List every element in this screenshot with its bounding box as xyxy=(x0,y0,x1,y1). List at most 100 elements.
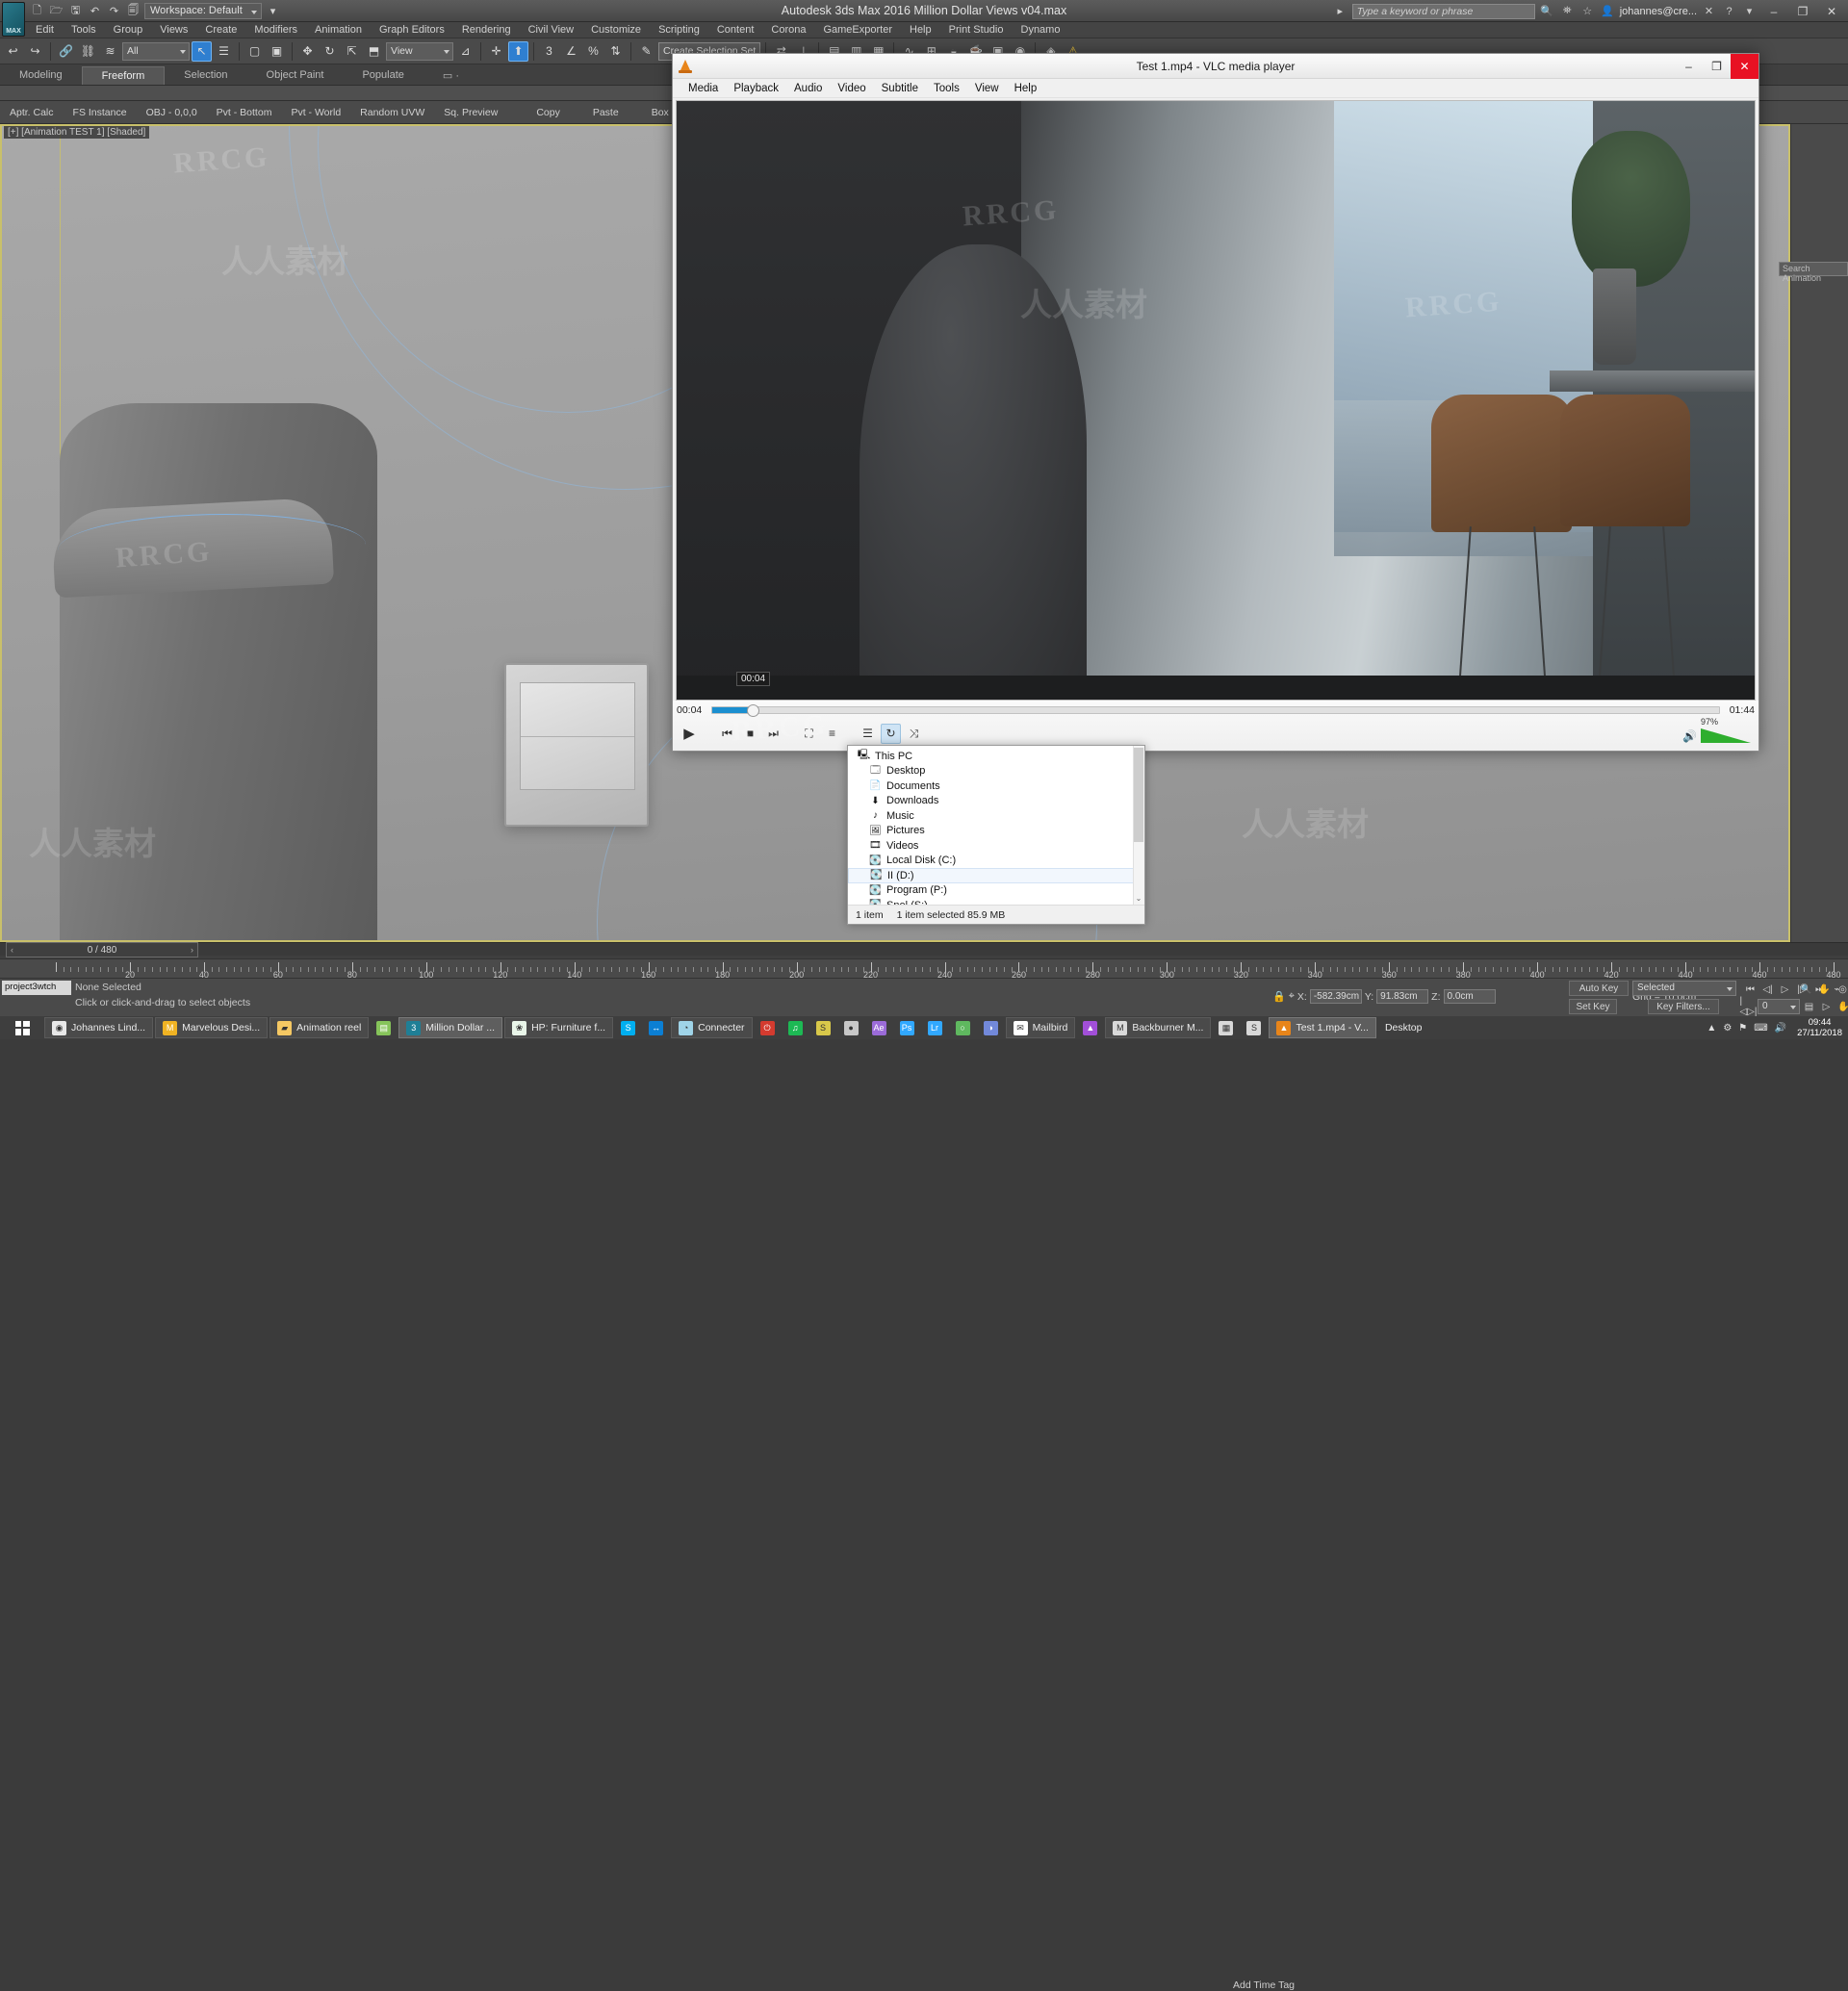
keyboard-shortcut-override-button[interactable]: ⬆ xyxy=(508,41,528,62)
max-menu-item[interactable]: Rendering xyxy=(453,24,520,36)
vlc-extended-settings-button[interactable]: ≡ xyxy=(822,724,842,744)
x-coordinate-input[interactable]: -582.39cm xyxy=(1310,989,1362,1004)
previous-frame-icon[interactable]: ◁| xyxy=(1759,982,1776,997)
redo-button[interactable]: ↪ xyxy=(25,41,45,62)
taskbar-item[interactable]: MBackburner M... xyxy=(1105,1017,1211,1038)
vlc-previous-button[interactable]: ⏮ xyxy=(717,724,737,744)
open-file-icon[interactable]: 🗁 xyxy=(48,3,64,19)
absolute-relative-toggle-icon[interactable]: ⌖ xyxy=(1289,990,1295,1003)
taskbar-item[interactable]: Desktop xyxy=(1378,1017,1429,1038)
vlc-maximize-button[interactable]: ❐ xyxy=(1703,54,1731,79)
taskbar-item[interactable]: ◔Connecter xyxy=(671,1017,752,1038)
max-menu-item[interactable]: Customize xyxy=(582,24,650,36)
vlc-loop-button[interactable]: ↻ xyxy=(881,724,901,744)
vlc-menu-video[interactable]: Video xyxy=(830,83,873,94)
angle-snap-toggle-button[interactable]: ∠ xyxy=(561,41,581,62)
search-icon[interactable]: 🔍 xyxy=(1539,3,1555,19)
current-frame-field-icon[interactable]: |◁▷| xyxy=(1740,999,1757,1014)
orbit-icon[interactable]: ◎ xyxy=(1835,982,1848,997)
reference-coordinate-combo[interactable]: View xyxy=(386,42,453,61)
bind-to-space-warp-button[interactable]: ≋ xyxy=(100,41,120,62)
frame-spinner-input[interactable]: 0 xyxy=(1758,999,1800,1014)
help-icon[interactable]: ? xyxy=(1721,3,1737,19)
unlink-selection-button[interactable]: ⛓ xyxy=(78,41,98,62)
frame-prev-icon[interactable]: ‹ xyxy=(11,945,13,955)
select-and-link-button[interactable]: 🔗 xyxy=(56,41,76,62)
account-name-label[interactable]: johannes@cre... xyxy=(1620,6,1697,17)
workspace-selector[interactable]: Workspace: Default xyxy=(144,3,262,19)
vlc-title-bar[interactable]: Test 1.mp4 - VLC media player – ❐ ✕ xyxy=(673,54,1758,79)
file-explorer-window[interactable]: ⌄ 🖳This PC🗔Desktop📄Documents⬇Downloads♪M… xyxy=(847,745,1145,925)
set-project-icon[interactable]: 🗐 xyxy=(125,3,141,19)
taskbar-item[interactable]: ▤ xyxy=(371,1017,397,1038)
set-key-button[interactable]: Set Key xyxy=(1569,999,1617,1014)
network-icon[interactable]: ⚙ xyxy=(1723,1023,1732,1034)
explorer-tree-item[interactable]: 💽Program (P:) xyxy=(848,883,1144,899)
explorer-tree-item[interactable]: ⬇Downloads xyxy=(848,794,1144,809)
taskbar-item[interactable]: ◑ xyxy=(978,1017,1004,1038)
account-avatar-icon[interactable]: 👤 xyxy=(1600,3,1616,19)
explorer-tree-item[interactable]: 💽Snel (S:) xyxy=(848,898,1144,905)
taskbar-item[interactable]: ▲ xyxy=(1077,1017,1103,1038)
key-filters-button[interactable]: Key Filters... xyxy=(1648,999,1719,1014)
save-file-icon[interactable]: 🖫 xyxy=(67,3,84,19)
time-configuration-icon[interactable]: ▤ xyxy=(1801,999,1817,1014)
explorer-tree-item[interactable]: ♪Music xyxy=(848,808,1144,824)
ribbon-tab-selection[interactable]: Selection xyxy=(165,66,246,85)
vlc-next-button[interactable]: ⏭ xyxy=(763,724,783,744)
vlc-minimize-button[interactable]: – xyxy=(1675,54,1703,79)
vlc-menu-view[interactable]: View xyxy=(967,83,1007,94)
vlc-video-surface[interactable]: 00:04 xyxy=(676,100,1756,701)
taskbar-item[interactable]: ▲Test 1.mp4 - V... xyxy=(1269,1017,1375,1038)
max-menu-item[interactable]: Edit xyxy=(27,24,63,36)
ribbon-tab-modeling[interactable]: Modeling xyxy=(0,66,82,85)
pan-icon[interactable]: ✋ xyxy=(1816,982,1833,997)
max-menu-item[interactable]: Group xyxy=(105,24,152,36)
explorer-tree-item[interactable]: 🎞Videos xyxy=(848,838,1144,854)
vlc-window[interactable]: Test 1.mp4 - VLC media player – ❐ ✕ Medi… xyxy=(672,53,1759,752)
command-panel-search-input[interactable]: Search Animation xyxy=(1779,262,1848,276)
taskbar-item[interactable]: Lr xyxy=(922,1017,948,1038)
select-by-name-button[interactable]: ☰ xyxy=(214,41,234,62)
explorer-navigation-tree[interactable]: ⌄ 🖳This PC🗔Desktop📄Documents⬇Downloads♪M… xyxy=(848,746,1144,905)
taskbar-item[interactable]: S xyxy=(1241,1017,1267,1038)
maxscript-listener-field[interactable]: project3wtch xyxy=(2,981,71,995)
vlc-menu-playback[interactable]: Playback xyxy=(726,83,786,94)
taskbar-item[interactable]: ◉Johannes Lind... xyxy=(44,1017,153,1038)
exchange-app-icon[interactable]: ✕ xyxy=(1701,3,1717,19)
explorer-tree-item[interactable]: 🗔Desktop xyxy=(848,764,1144,779)
spinner-snap-toggle-button[interactable]: ⇅ xyxy=(605,41,626,62)
play-animation-icon[interactable]: ▷ xyxy=(1777,982,1793,997)
max-command-panel[interactable] xyxy=(1790,124,1848,942)
script-button-obj-origin[interactable]: OBJ - 0,0,0 xyxy=(137,107,207,118)
vlc-close-button[interactable]: ✕ xyxy=(1731,54,1758,79)
taskbar-item[interactable]: S xyxy=(810,1017,836,1038)
rectangular-selection-region-button[interactable]: ▢ xyxy=(244,41,265,62)
vlc-play-button[interactable]: ▶ xyxy=(677,722,702,745)
script-button-aptr-calc[interactable]: Aptr. Calc xyxy=(0,107,64,118)
ribbon-tab-object-paint[interactable]: Object Paint xyxy=(247,66,344,85)
explorer-tree-item[interactable]: 🖳This PC xyxy=(848,749,1144,764)
taskbar-item[interactable]: ⏻ xyxy=(755,1017,781,1038)
vlc-stop-button[interactable]: ■ xyxy=(740,724,760,744)
current-frame-readout[interactable]: ‹ 0 / 480 › xyxy=(6,942,198,957)
vlc-elapsed-time[interactable]: 00:04 xyxy=(677,704,706,716)
quick-access-overflow-icon[interactable]: ▾ xyxy=(265,3,281,19)
window-crossing-button[interactable]: ▣ xyxy=(267,41,287,62)
taskbar-item[interactable]: Ae xyxy=(866,1017,892,1038)
vlc-menu-media[interactable]: Media xyxy=(680,83,726,94)
frame-next-icon[interactable]: › xyxy=(191,945,193,955)
taskbar-item[interactable]: ● xyxy=(838,1017,864,1038)
pan-view-icon[interactable]: ✋ xyxy=(1835,999,1848,1014)
taskbar-item[interactable]: ▰Animation reel xyxy=(270,1017,369,1038)
max-timeline-ruler[interactable]: 2040608010012014016018020022024026028030… xyxy=(0,958,1848,978)
ribbon-tab-populate[interactable]: Populate xyxy=(343,66,423,85)
script-button-paste[interactable]: Paste xyxy=(570,107,629,118)
explorer-scrollbar[interactable]: ⌄ xyxy=(1133,746,1144,905)
vlc-total-time[interactable]: 01:44 xyxy=(1726,704,1755,716)
taskbar-clock[interactable]: 09:44 27/11/2018 xyxy=(1793,1017,1842,1038)
vlc-fullscreen-button[interactable]: ⛶ xyxy=(799,724,819,744)
max-menu-item[interactable]: Tools xyxy=(63,24,105,36)
chevron-down-icon[interactable]: ⌄ xyxy=(1134,894,1143,903)
max-menu-item[interactable]: Graph Editors xyxy=(371,24,453,36)
